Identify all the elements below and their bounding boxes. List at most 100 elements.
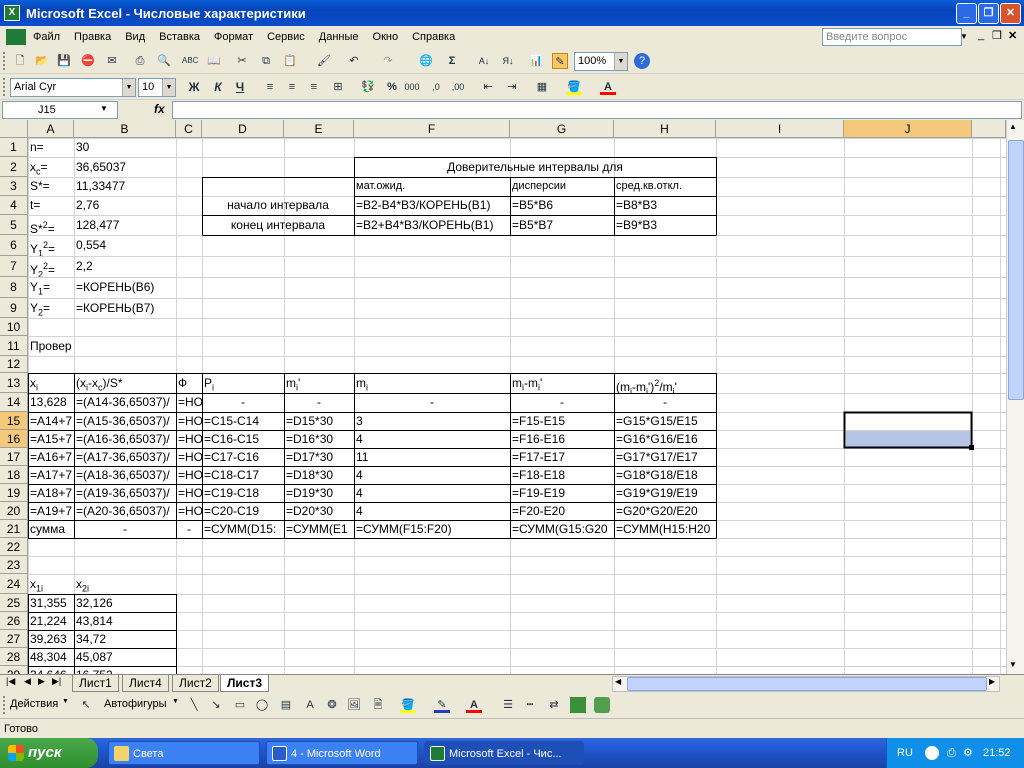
cell-b1[interactable]: 30 <box>74 138 176 157</box>
cell-g3[interactable]: дисперсии <box>510 177 614 196</box>
cell-f18[interactable]: 4 <box>354 466 510 484</box>
workbook-icon[interactable] <box>6 29 26 45</box>
rectangle-icon[interactable]: ▭ <box>232 697 248 713</box>
zoom-dropdown-icon[interactable]: ▼ <box>614 53 627 70</box>
cell-g15[interactable]: =F15-E15 <box>510 412 614 430</box>
actions-dropdown-icon[interactable]: ▼ <box>62 698 69 705</box>
cell-d17[interactable]: =C17-C16 <box>202 448 284 466</box>
cell-b2[interactable]: 36,65037 <box>74 157 176 177</box>
wordart-icon[interactable]: A <box>302 697 318 713</box>
align-center-icon[interactable]: ≡ <box>284 79 300 95</box>
cell-g4[interactable]: =B5*B6 <box>510 196 614 215</box>
cell-b6[interactable]: 0,554 <box>74 235 176 256</box>
print-icon[interactable]: ⎙ <box>132 53 148 69</box>
cell-f4[interactable]: =B2-B4*B3/КОРЕНЬ(B1) <box>354 196 510 215</box>
row-header[interactable]: 3 <box>0 177 28 196</box>
cell-a27[interactable]: 39,263 <box>28 630 74 648</box>
sort-desc-icon[interactable]: Я↓ <box>500 53 516 69</box>
cell-a1[interactable]: n= <box>28 138 74 157</box>
preview-icon[interactable]: 🔍 <box>156 53 172 69</box>
save-icon[interactable]: 💾 <box>56 53 72 69</box>
drawing-toggle-icon[interactable]: ✎ <box>552 53 568 69</box>
increase-indent-icon[interactable]: ⇥ <box>504 79 520 95</box>
picture-icon[interactable]: 🗎 <box>370 697 386 713</box>
cell-a15[interactable]: =A14+7 <box>28 412 74 430</box>
cell-f17[interactable]: 11 <box>354 448 510 466</box>
cell-b26[interactable]: 43,814 <box>74 612 176 630</box>
cell-d21[interactable]: =СУММ(D15: <box>202 520 284 538</box>
row-header[interactable]: 11 <box>0 336 28 356</box>
toolbar-grip[interactable] <box>3 78 6 96</box>
cell-e19[interactable]: =D19*30 <box>284 484 354 502</box>
cell-b3[interactable]: 11,33477 <box>74 177 176 196</box>
cell-f2[interactable]: Доверительные интервалы для <box>354 157 716 177</box>
open-icon[interactable]: 📂 <box>34 53 50 69</box>
tab-scroll-prev-icon[interactable]: ◀ <box>24 676 31 687</box>
horizontal-scrollbar[interactable]: ◀ ▶ <box>612 676 1000 692</box>
cell-a21[interactable]: сумма <box>28 520 74 538</box>
cell-h3[interactable]: сред.кв.откл. <box>614 177 716 196</box>
tab-scroll-next-icon[interactable]: ▶ <box>38 676 45 687</box>
cell-d4[interactable]: начало интервала <box>202 196 354 215</box>
cell-b5[interactable]: 128,477 <box>74 215 176 235</box>
cell-f5[interactable]: =B2+B4*B3/КОРЕНЬ(B1) <box>354 215 510 235</box>
cell-a26[interactable]: 21,224 <box>28 612 74 630</box>
select-all-corner[interactable] <box>0 120 28 138</box>
cell-a9[interactable]: Y2= <box>28 298 74 318</box>
cell-a20[interactable]: =A19+7 <box>28 502 74 520</box>
namebox-dropdown-icon[interactable]: ▼ <box>100 104 108 113</box>
cell-b14[interactable]: =(A14-36,65037)/ <box>74 393 176 412</box>
task-sveta[interactable]: Света <box>108 741 260 765</box>
formula-input[interactable] <box>172 101 1022 119</box>
cell-g19[interactable]: =F19-E19 <box>510 484 614 502</box>
cell-b4[interactable]: 2,76 <box>74 196 176 215</box>
row-header[interactable]: 21 <box>0 520 28 538</box>
bold-button[interactable]: Ж <box>186 79 202 95</box>
zoom-select[interactable]: 100% ▼ <box>574 52 628 71</box>
menu-insert[interactable]: Вставка <box>152 27 207 47</box>
decrease-decimal-icon[interactable]: ,00 <box>450 79 466 95</box>
cell-e21[interactable]: =СУММ(E1 <box>284 520 354 538</box>
cell-a6[interactable]: Y12= <box>28 235 74 256</box>
cell-f14[interactable]: - <box>354 393 510 412</box>
row-header[interactable]: 16 <box>0 430 28 448</box>
ask-question-input[interactable]: Введите вопрос <box>822 28 962 46</box>
cell-h16[interactable]: =G16*G16/E16 <box>614 430 716 448</box>
cell-b27[interactable]: 34,72 <box>74 630 176 648</box>
cell-d13[interactable]: Pi <box>202 373 284 393</box>
new-icon[interactable]: 🗋 <box>12 53 28 69</box>
vertical-scrollbar[interactable]: ▲ ▼ <box>1006 120 1024 674</box>
menu-view[interactable]: Вид <box>118 27 152 47</box>
cell-b24[interactable]: x2i <box>74 574 176 594</box>
row-header[interactable]: 20 <box>0 502 28 520</box>
shadow-icon[interactable] <box>570 697 586 713</box>
tab-list2[interactable]: Лист2 <box>172 675 219 692</box>
printer-icon[interactable]: ⎙ <box>947 738 956 768</box>
row-header[interactable]: 24 <box>0 574 28 594</box>
line-color-icon[interactable]: ✎ <box>434 697 450 713</box>
actions-menu[interactable]: Действия <box>10 698 58 710</box>
percent-button[interactable]: % <box>384 79 400 95</box>
row-header[interactable]: 12 <box>0 356 28 373</box>
cut-icon[interactable]: ✂ <box>234 53 250 69</box>
cell-b13[interactable]: (xi-xc)/S* <box>74 373 176 393</box>
cell-b20[interactable]: =(A20-36,65037)/ <box>74 502 176 520</box>
cell-c18[interactable]: =НО <box>176 466 202 484</box>
font-size-select[interactable]: 10 ▼ <box>138 78 176 97</box>
cell-a19[interactable]: =A18+7 <box>28 484 74 502</box>
cell-a18[interactable]: =A17+7 <box>28 466 74 484</box>
insert-function-icon[interactable]: fx <box>154 102 165 116</box>
row-header[interactable]: 14 <box>0 393 28 412</box>
line-style-icon[interactable]: ☰ <box>500 697 516 713</box>
column-header[interactable]: B <box>74 120 176 138</box>
tray-app-icon[interactable]: ⚙ <box>963 738 973 768</box>
font-dropdown-icon[interactable]: ▼ <box>122 79 135 96</box>
chart-wizard-icon[interactable]: 📊 <box>528 53 544 69</box>
cell-d14[interactable]: - <box>202 393 284 412</box>
column-header[interactable]: A <box>28 120 74 138</box>
cell-f16[interactable]: 4 <box>354 430 510 448</box>
task-excel[interactable]: Microsoft Excel - Чис... <box>424 741 584 765</box>
row-header[interactable]: 18 <box>0 466 28 484</box>
cell-c20[interactable]: =НО <box>176 502 202 520</box>
cell-h4[interactable]: =B8*B3 <box>614 196 716 215</box>
